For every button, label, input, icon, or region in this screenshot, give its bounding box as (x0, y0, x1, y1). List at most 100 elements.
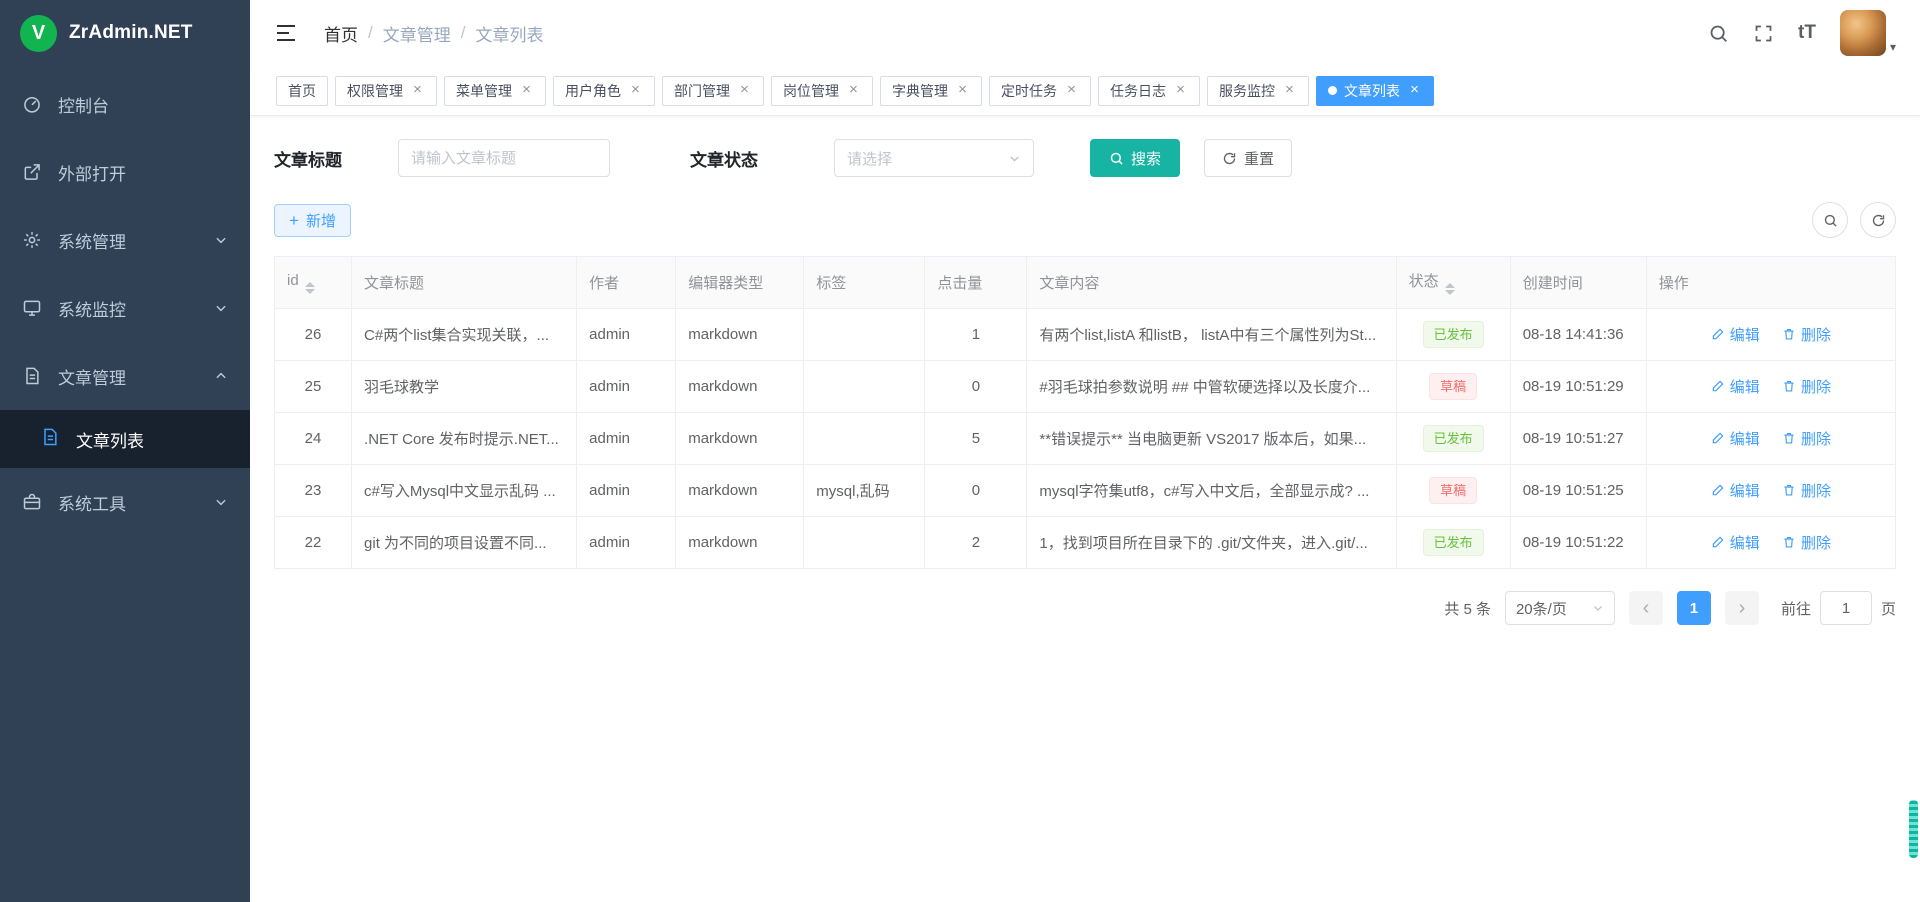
refresh-button[interactable] (1860, 202, 1896, 238)
delete-link[interactable]: 删除 (1782, 532, 1831, 553)
delete-link[interactable]: 删除 (1782, 428, 1831, 449)
page-size-select[interactable]: 20条/页 (1505, 591, 1615, 625)
caret-down-icon[interactable]: ▾ (1890, 40, 1896, 54)
close-icon[interactable]: × (1173, 83, 1188, 98)
status-badge: 草稿 (1429, 373, 1477, 400)
close-icon[interactable]: × (846, 83, 861, 98)
avatar[interactable] (1840, 10, 1886, 56)
sidebar-item-label: 系统管理 (58, 228, 126, 253)
cell-actions: 编辑 删除 (1646, 465, 1895, 517)
app-logo[interactable]: V ZrAdmin.NET (0, 0, 250, 66)
sidebar-item-external[interactable]: 外部打开 (0, 138, 250, 206)
cell-clicks: 1 (925, 309, 1027, 361)
cell-id: 24 (275, 413, 352, 465)
reset-button[interactable]: 重置 (1204, 139, 1292, 177)
title-filter-input[interactable] (398, 139, 610, 177)
jump-prefix: 前往 (1781, 598, 1811, 619)
cell-tags: mysql,乱码 (804, 465, 925, 517)
edit-icon (1711, 535, 1725, 549)
sidebar-item-dashboard[interactable]: 控制台 (0, 70, 250, 138)
column-header-content: 文章内容 (1027, 257, 1396, 309)
sort-icon[interactable] (305, 282, 315, 294)
close-icon[interactable]: × (1064, 83, 1079, 98)
fullscreen-icon[interactable] (1753, 23, 1774, 44)
prev-page-button[interactable]: ‹ (1629, 591, 1663, 625)
sidebar-toggle-icon[interactable] (274, 21, 298, 45)
close-icon[interactable]: × (955, 83, 970, 98)
sidebar-item-system-monitor[interactable]: 系统监控 (0, 274, 250, 342)
close-icon[interactable]: × (410, 83, 425, 98)
select-placeholder: 请选择 (847, 148, 892, 169)
cell-id: 22 (275, 517, 352, 569)
cell-title: git 为不同的项目设置不同... (352, 517, 577, 569)
tab-position[interactable]: 岗位管理 × (771, 76, 873, 106)
tab-task-logs[interactable]: 任务日志 × (1098, 76, 1200, 106)
column-header-status[interactable]: 状态 (1396, 257, 1510, 309)
sidebar-item-label: 系统监控 (58, 296, 126, 321)
breadcrumb-home[interactable]: 首页 (324, 21, 358, 46)
tab-menu-management[interactable]: 菜单管理 × (444, 76, 546, 106)
article-list-icon (40, 427, 60, 452)
sidebar-item-system-tools[interactable]: 系统工具 (0, 468, 250, 536)
scrollbar-thumb[interactable] (1909, 800, 1918, 858)
edit-link[interactable]: 编辑 (1711, 480, 1760, 501)
delete-link[interactable]: 删除 (1782, 480, 1831, 501)
cell-author: admin (577, 413, 676, 465)
logo-letter: V (32, 22, 45, 45)
page-content: 文章标题 文章状态 请选择 搜索 重置 + (250, 116, 1920, 902)
tab-label: 文章列表 (1344, 81, 1400, 101)
close-icon[interactable]: × (519, 83, 534, 98)
edit-link[interactable]: 编辑 (1711, 428, 1760, 449)
pagination: 共 5 条 20条/页 ‹ 1 › 前往 页 (274, 591, 1896, 625)
delete-link[interactable]: 删除 (1782, 376, 1831, 397)
close-icon[interactable]: × (1407, 83, 1422, 98)
edit-link[interactable]: 编辑 (1711, 324, 1760, 345)
tab-label: 用户角色 (565, 81, 621, 101)
search-icon[interactable] (1708, 23, 1729, 44)
cell-created: 08-19 10:51:22 (1510, 517, 1646, 569)
cell-editor: markdown (676, 413, 804, 465)
chevron-down-icon (1592, 602, 1604, 614)
cell-clicks: 5 (925, 413, 1027, 465)
tab-dictionary[interactable]: 字典管理 × (880, 76, 982, 106)
cell-status: 草稿 (1396, 361, 1510, 413)
column-header-id[interactable]: id (275, 257, 352, 309)
close-icon[interactable]: × (628, 83, 643, 98)
page-number-current[interactable]: 1 (1677, 591, 1711, 625)
title-filter-label: 文章标题 (274, 146, 342, 171)
sort-icon[interactable] (1445, 283, 1455, 295)
status-badge: 已发布 (1423, 425, 1484, 452)
toggle-search-button[interactable] (1812, 202, 1848, 238)
font-size-icon[interactable]: tT (1798, 22, 1816, 44)
cell-id: 25 (275, 361, 352, 413)
column-header-created: 创建时间 (1510, 257, 1646, 309)
tab-home[interactable]: 首页 (276, 76, 328, 106)
refresh-icon (1871, 213, 1886, 228)
table-row: 24 .NET Core 发布时提示.NET... admin markdown… (275, 413, 1896, 465)
search-button[interactable]: 搜索 (1090, 139, 1180, 177)
tab-service-monitor[interactable]: 服务监控 × (1207, 76, 1309, 106)
edit-icon (1711, 483, 1725, 497)
user-menu: ▾ (1840, 10, 1896, 56)
sidebar-item-article-list[interactable]: 文章列表 (0, 410, 250, 468)
delete-link[interactable]: 删除 (1782, 324, 1831, 345)
close-icon[interactable]: × (1282, 83, 1297, 98)
add-button[interactable]: + 新增 (274, 204, 351, 237)
cell-clicks: 0 (925, 465, 1027, 517)
sidebar-item-article-management[interactable]: 文章管理 (0, 342, 250, 410)
breadcrumb-article-management[interactable]: 文章管理 (383, 21, 451, 46)
status-filter-select[interactable]: 请选择 (834, 139, 1034, 177)
edit-link[interactable]: 编辑 (1711, 532, 1760, 553)
topbar: 首页 / 文章管理 / 文章列表 tT ▾ (250, 0, 1920, 66)
tab-department[interactable]: 部门管理 × (662, 76, 764, 106)
edit-link[interactable]: 编辑 (1711, 376, 1760, 397)
tab-user-roles[interactable]: 用户角色 × (553, 76, 655, 106)
page-jump-input[interactable] (1820, 591, 1872, 625)
tab-scheduled-tasks[interactable]: 定时任务 × (989, 76, 1091, 106)
sidebar-item-system-management[interactable]: 系统管理 (0, 206, 250, 274)
tab-article-list[interactable]: 文章列表 × (1316, 76, 1434, 106)
next-page-button[interactable]: › (1725, 591, 1759, 625)
tab-permissions[interactable]: 权限管理 × (335, 76, 437, 106)
cell-title: 羽毛球教学 (352, 361, 577, 413)
close-icon[interactable]: × (737, 83, 752, 98)
